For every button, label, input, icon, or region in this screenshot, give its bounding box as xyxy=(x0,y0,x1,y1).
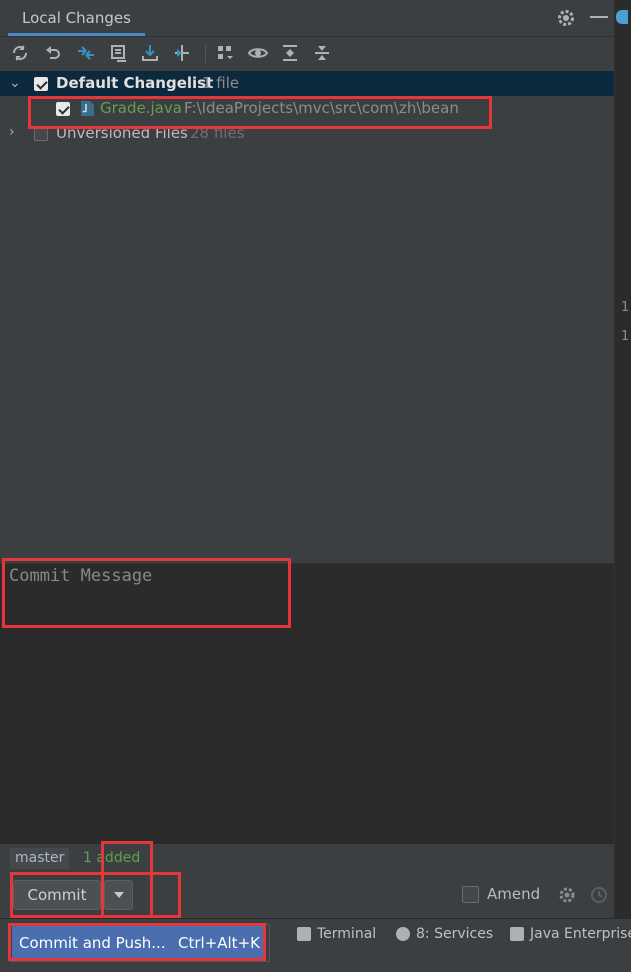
expand-all-icon[interactable] xyxy=(278,41,302,65)
terminal-icon xyxy=(297,927,311,941)
minimize-icon[interactable] xyxy=(590,16,608,18)
collapse-all-icon[interactable] xyxy=(310,41,334,65)
eye-icon[interactable] xyxy=(246,41,270,65)
commit-and-push-label: Commit and Push... xyxy=(19,934,166,952)
file-row[interactable]: Grade.java F:\IdeaProjects\mvc\src\com\z… xyxy=(0,96,614,121)
services-icon xyxy=(396,927,410,941)
refresh-icon[interactable] xyxy=(8,41,32,65)
rollback-icon[interactable] xyxy=(41,41,65,65)
commit-and-push-shortcut: Ctrl+Alt+K xyxy=(178,934,260,952)
group-by-icon[interactable] xyxy=(213,41,237,65)
merge-icon[interactable] xyxy=(170,41,194,65)
commit-message-input[interactable]: Commit Message xyxy=(9,566,152,586)
toolbar-separator xyxy=(205,45,206,63)
changelist-count: 1 file xyxy=(202,74,240,92)
added-count: 1 added xyxy=(83,850,141,866)
services-tab[interactable]: 8: Services xyxy=(396,926,493,942)
changelist-name: Default Changelist xyxy=(56,74,214,92)
gutter-line-number: 1 xyxy=(621,300,630,315)
history-clock-icon[interactable] xyxy=(590,886,608,904)
branch-badge[interactable]: master xyxy=(10,848,70,869)
terminal-tab[interactable]: Terminal xyxy=(297,926,376,942)
commit-message-area[interactable] xyxy=(0,563,614,844)
file-checkbox[interactable] xyxy=(56,102,70,116)
gear-icon[interactable] xyxy=(558,886,576,904)
terminal-label: Terminal xyxy=(317,926,377,942)
file-path: F:\IdeaProjects\mvc\src\com\zh\bean xyxy=(184,99,459,117)
strip-indicator-icon xyxy=(616,10,628,24)
java-enterprise-label: Java Enterprise xyxy=(530,926,631,942)
unversioned-row[interactable]: › Unversioned Files 28 files xyxy=(0,121,614,146)
tab-local-changes[interactable]: Local Changes xyxy=(8,0,145,36)
services-label: 8: Services xyxy=(416,926,494,942)
java-enterprise-tab[interactable]: Java Enterprise xyxy=(510,926,631,942)
unversioned-count: 28 files xyxy=(190,124,245,142)
gear-icon[interactable] xyxy=(556,8,576,28)
chevron-right-icon[interactable]: › xyxy=(9,124,15,140)
shelve-icon[interactable] xyxy=(106,41,130,65)
java-enterprise-icon xyxy=(510,927,524,941)
changes-toolbar xyxy=(0,37,614,70)
java-file-icon xyxy=(80,100,95,117)
update-icon[interactable] xyxy=(138,41,162,65)
amend-label: Amend xyxy=(487,885,541,903)
changes-tree: ⌄ Default Changelist 1 file Grade.java F… xyxy=(0,71,614,563)
commit-dropdown-button[interactable] xyxy=(104,880,133,910)
gutter-line-number: 1 xyxy=(621,329,630,344)
chevron-down-icon[interactable]: ⌄ xyxy=(9,75,21,91)
changelist-row[interactable]: ⌄ Default Changelist 1 file xyxy=(0,71,614,96)
editor-gutter-strip xyxy=(614,0,631,918)
show-diff-icon[interactable] xyxy=(74,41,98,65)
commit-button[interactable]: Commit xyxy=(13,880,101,910)
file-name: Grade.java xyxy=(100,99,182,117)
amend-checkbox[interactable] xyxy=(462,886,479,903)
unversioned-checkbox[interactable] xyxy=(34,127,48,141)
unversioned-name: Unversioned Files xyxy=(56,124,188,142)
changelist-checkbox[interactable] xyxy=(34,77,48,91)
